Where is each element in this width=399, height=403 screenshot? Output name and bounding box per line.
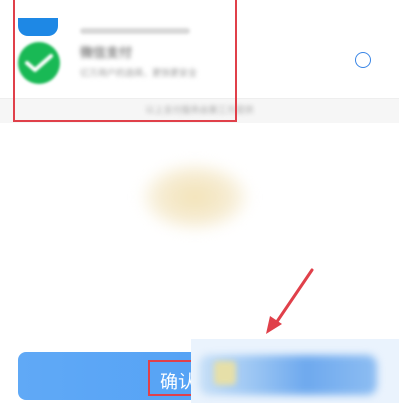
arrow-icon — [266, 268, 314, 334]
radio-unselected-icon[interactable] — [355, 52, 371, 68]
wechat-pay-option[interactable]: 微信支付 亿万用户的选择，更快更安全 — [0, 18, 399, 92]
wechat-pay-description: 亿万用户的选择，更快更安全 — [80, 68, 198, 78]
wechat-pay-title: 微信支付 — [80, 45, 133, 60]
illustration-image — [135, 152, 255, 242]
illustration-blob — [140, 162, 250, 232]
payment-notice: 以上支付服务由第三方提供 — [145, 105, 254, 115]
blurred-overlay-icon — [214, 361, 236, 385]
payment-method-panel: 微信支付 亿万用户的选择，更快更安全 以上支付服务由第三方提供 — [0, 0, 399, 125]
alipay-option-text — [80, 28, 190, 34]
alipay-icon — [18, 18, 58, 36]
wechat-pay-icon — [18, 42, 60, 84]
